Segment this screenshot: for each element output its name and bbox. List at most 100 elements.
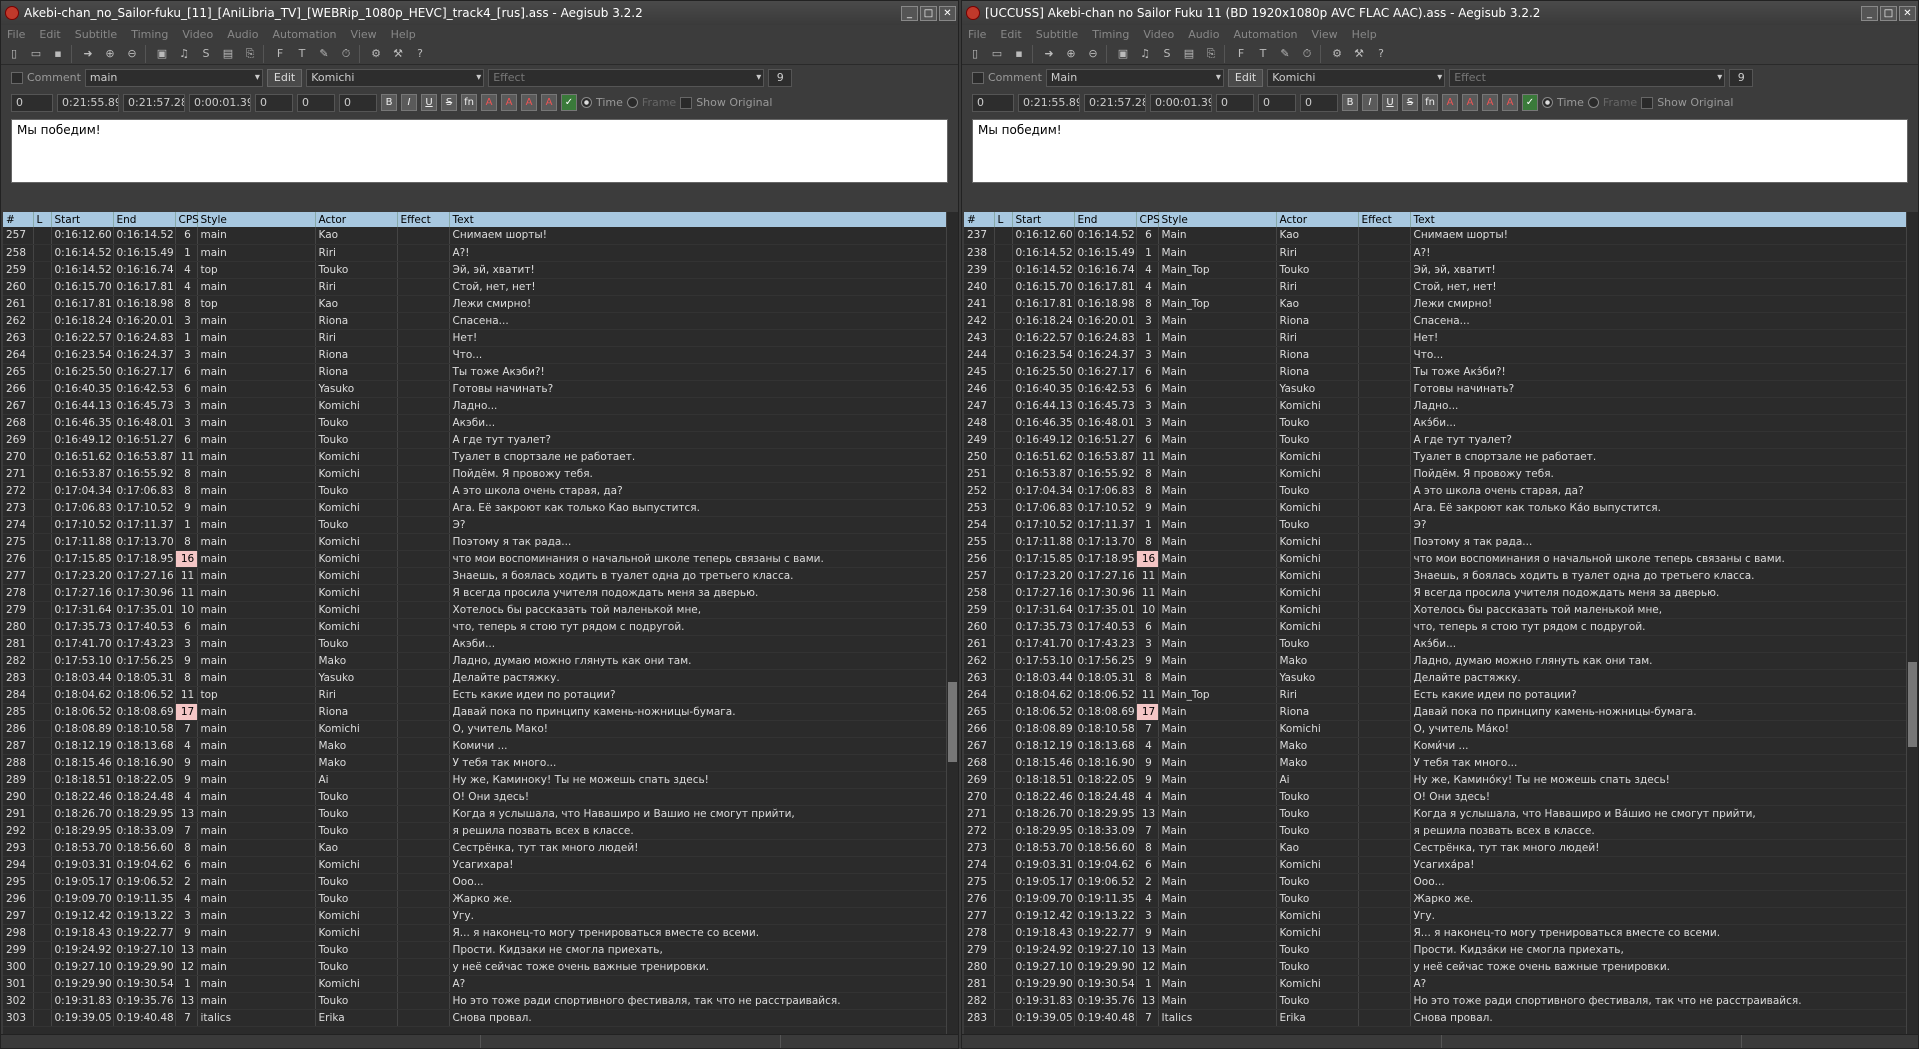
- table-row[interactable]: 258 0:17:27.16 0:17:30.96 11 Main Komichi Я вс…: [964, 584, 1916, 602]
- zoom-in-icon[interactable]: ⊕: [101, 45, 119, 63]
- spell-icon[interactable]: ✎: [315, 45, 333, 63]
- table-row[interactable]: 285 0:18:06.52 0:18:08.69 17 main Riona Давай …: [3, 703, 956, 721]
- table-row[interactable]: 259 0:17:31.64 0:17:35.01 10 Main Komichi Хоте…: [964, 601, 1916, 619]
- table-row[interactable]: 269 0:16:49.12 0:16:51.27 6 main Touko А где т…: [3, 431, 956, 449]
- time-radio[interactable]: [1542, 97, 1553, 108]
- table-row[interactable]: 266 0:16:40.35 0:16:42.53 6 main Yasuko Готовы…: [3, 380, 956, 398]
- menu-file[interactable]: File: [7, 28, 25, 41]
- table-row[interactable]: 265 0:16:25.50 0:16:27.17 6 main Riona Ты тоже…: [3, 363, 956, 381]
- table-row[interactable]: 277 0:17:23.20 0:17:27.16 11 main Komichi Знае…: [3, 567, 956, 585]
- underline-button[interactable]: U: [421, 94, 437, 111]
- jump-icon[interactable]: ➜: [79, 45, 97, 63]
- table-row[interactable]: 280 0:17:35.73 0:17:40.53 6 main Komichi что, …: [3, 618, 956, 636]
- table-row[interactable]: 283 0:18:03.44 0:18:05.31 8 main Yasuko Делайт…: [3, 669, 956, 687]
- table-row[interactable]: 268 0:18:15.46 0:18:16.90 9 Main Mako У тебя т…: [964, 754, 1916, 772]
- table-row[interactable]: 266 0:18:08.89 0:18:10.58 7 Main Komichi О, уч…: [964, 720, 1916, 738]
- table-row[interactable]: 282 0:19:31.83 0:19:35.76 13 Main Touko Но это…: [964, 992, 1916, 1010]
- italic-button[interactable]: I: [401, 94, 417, 111]
- table-row[interactable]: 283 0:19:39.05 0:19:40.48 7 Italics Erika Снов…: [964, 1009, 1916, 1027]
- menu-automation[interactable]: Automation: [272, 28, 336, 41]
- table-row[interactable]: 295 0:19:05.17 0:19:06.52 2 main Touko Ооо...: [3, 873, 956, 891]
- save-file-icon[interactable]: ▪: [49, 45, 67, 63]
- open-file-icon[interactable]: ▭: [988, 45, 1006, 63]
- table-row[interactable]: 252 0:17:04.34 0:17:06.83 8 Main Touko А это ш…: [964, 482, 1916, 500]
- table-row[interactable]: 281 0:17:41.70 0:17:43.23 3 main Touko Акэби..…: [3, 635, 956, 653]
- maximize-button[interactable]: □: [920, 5, 937, 21]
- menu-audio[interactable]: Audio: [227, 28, 258, 41]
- table-row[interactable]: 291 0:18:26.70 0:18:29.95 13 main Touko Когда …: [3, 805, 956, 823]
- column-header-layer[interactable]: L: [994, 212, 1013, 227]
- secondary-color-button[interactable]: A: [1462, 94, 1478, 111]
- fonts-icon[interactable]: F: [1232, 45, 1250, 63]
- table-row[interactable]: 293 0:18:53.70 0:18:56.60 8 main Kao Сестрёнка…: [3, 839, 956, 857]
- bold-button[interactable]: B: [381, 94, 397, 111]
- duration-field[interactable]: 0:00:01.39: [1150, 93, 1212, 112]
- timing-icon[interactable]: ⏱: [1298, 45, 1316, 63]
- table-row[interactable]: 240 0:16:15.70 0:16:17.81 4 Main Riri Стой, не…: [964, 278, 1916, 296]
- menu-audio[interactable]: Audio: [1188, 28, 1219, 41]
- video-icon[interactable]: ▣: [153, 45, 171, 63]
- table-row[interactable]: 263 0:18:03.44 0:18:05.31 8 Main Yasuko Делайт…: [964, 669, 1916, 687]
- close-button[interactable]: ✕: [939, 5, 956, 21]
- style-select[interactable]: main: [84, 68, 263, 87]
- zoom-out-icon[interactable]: ⊖: [123, 45, 141, 63]
- attachments-icon[interactable]: ⎘: [1202, 45, 1220, 63]
- column-header-row-number[interactable]: #: [3, 212, 34, 227]
- table-row[interactable]: 273 0:18:53.70 0:18:56.60 8 Main Kao Сестрёнка…: [964, 839, 1916, 857]
- menu-video[interactable]: Video: [182, 28, 213, 41]
- spell-icon[interactable]: ✎: [1276, 45, 1294, 63]
- title-bar[interactable]: [UCCUSS] Akebi-chan no Sailor Fuku 11 (B…: [962, 1, 1918, 25]
- table-row[interactable]: 256 0:17:15.85 0:17:18.95 16 Main Komichi что …: [964, 550, 1916, 568]
- minimize-button[interactable]: _: [1861, 5, 1878, 21]
- table-row[interactable]: 243 0:16:22.57 0:16:24.83 1 Main Riri Нет!: [964, 329, 1916, 347]
- fonts-icon[interactable]: F: [271, 45, 289, 63]
- table-row[interactable]: 272 0:17:04.34 0:17:06.83 8 main Touko А это ш…: [3, 482, 956, 500]
- font-button[interactable]: fn: [1422, 94, 1438, 111]
- column-header-text[interactable]: Text: [449, 212, 956, 227]
- table-row[interactable]: 284 0:18:04.62 0:18:06.52 11 top Riri Есть как…: [3, 686, 956, 704]
- start-time-field[interactable]: 0:21:55.89: [1018, 93, 1080, 112]
- maximize-button[interactable]: □: [1880, 5, 1897, 21]
- duration-field[interactable]: 0:00:01.39: [189, 93, 251, 112]
- menu-automation[interactable]: Automation: [1233, 28, 1297, 41]
- styles-icon[interactable]: S: [197, 45, 215, 63]
- column-header-start-time[interactable]: Start: [1012, 212, 1075, 227]
- zoom-out-icon[interactable]: ⊖: [1084, 45, 1102, 63]
- strikeout-button[interactable]: S: [1402, 94, 1418, 111]
- new-file-icon[interactable]: ▯: [5, 45, 23, 63]
- table-row[interactable]: 267 0:16:44.13 0:16:45.73 3 main Komichi Ладно…: [3, 397, 956, 415]
- menu-help[interactable]: Help: [1352, 28, 1377, 41]
- menu-help[interactable]: Help: [391, 28, 416, 41]
- column-header-style[interactable]: Style: [197, 212, 316, 227]
- margin-right-field[interactable]: 0: [1258, 93, 1296, 112]
- margin-right-field[interactable]: 0: [297, 93, 335, 112]
- minimize-button[interactable]: _: [901, 5, 918, 21]
- margin-vertical-field[interactable]: 0: [1300, 93, 1338, 112]
- frame-radio[interactable]: [1587, 97, 1599, 108]
- margin-left-field[interactable]: 0: [1216, 93, 1254, 112]
- timing-icon[interactable]: ⏱: [337, 45, 355, 63]
- help-icon[interactable]: ?: [1372, 45, 1390, 63]
- comment-checkbox[interactable]: [972, 71, 984, 84]
- start-time-field[interactable]: 0:21:55.89: [57, 93, 119, 112]
- grid-vertical-scrollbar[interactable]: [946, 212, 958, 1034]
- table-row[interactable]: 298 0:19:18.43 0:19:22.77 9 main Komichi Я... …: [3, 924, 956, 942]
- margin-left-field[interactable]: 0: [255, 93, 293, 112]
- table-row[interactable]: 259 0:16:14.52 0:16:16.74 4 top Touko Эй, эй, …: [3, 261, 956, 279]
- table-row[interactable]: 242 0:16:18.24 0:16:20.01 3 Main Riona Спасена…: [964, 312, 1916, 330]
- translate-icon[interactable]: T: [293, 45, 311, 63]
- column-header-actor[interactable]: Actor: [315, 212, 398, 227]
- table-row[interactable]: 303 0:19:39.05 0:19:40.48 7 italics Erika Снов…: [3, 1009, 956, 1027]
- table-row[interactable]: 292 0:18:29.95 0:18:33.09 7 main Touko я решил…: [3, 822, 956, 840]
- table-row[interactable]: 271 0:18:26.70 0:18:29.95 13 Main Touko Когда …: [964, 805, 1916, 823]
- table-row[interactable]: 273 0:17:06.83 0:17:10.52 9 main Komichi Ага. …: [3, 499, 956, 517]
- table-row[interactable]: 279 0:17:31.64 0:17:35.01 10 main Komichi Хоте…: [3, 601, 956, 619]
- table-row[interactable]: 277 0:19:12.42 0:19:13.22 3 Main Komichi Угу.: [964, 907, 1916, 925]
- menu-view[interactable]: View: [351, 28, 377, 41]
- table-row[interactable]: 264 0:16:23.54 0:16:24.37 3 main Riona Что...: [3, 346, 956, 364]
- subtitle-grid[interactable]: # L Start End CPS Style Actor Effect Text 257 0:1…: [3, 212, 956, 1034]
- bold-button[interactable]: B: [1342, 94, 1358, 111]
- style-select[interactable]: Main: [1045, 68, 1224, 87]
- table-row[interactable]: 257 0:17:23.20 0:17:27.16 11 Main Komichi Знае…: [964, 567, 1916, 585]
- table-row[interactable]: 258 0:16:14.52 0:16:15.49 1 main Riri А?!: [3, 244, 956, 262]
